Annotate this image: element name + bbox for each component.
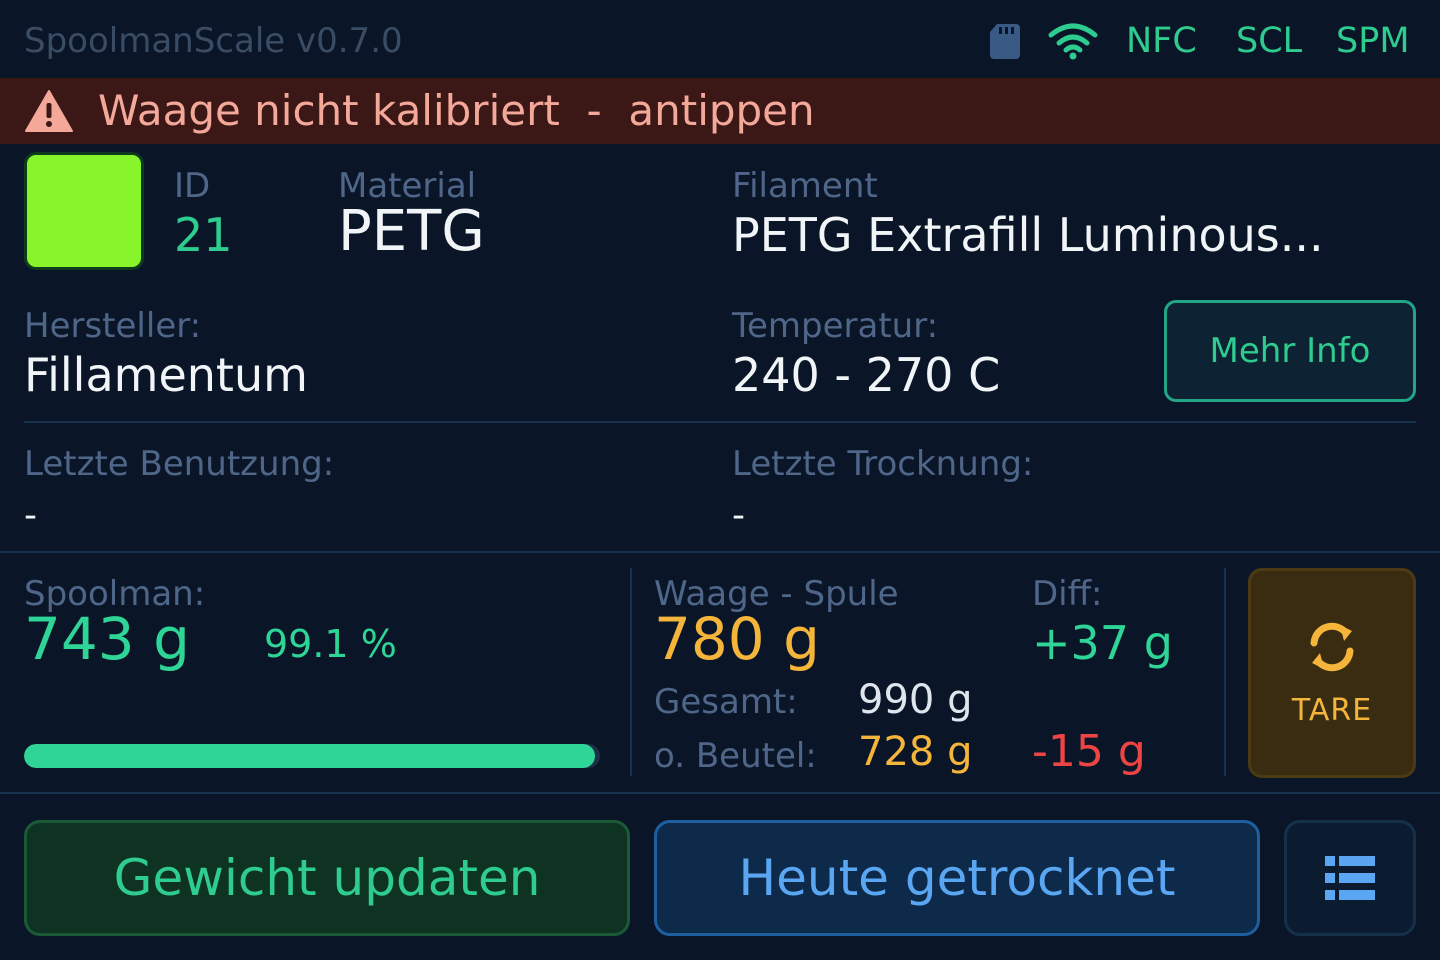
last-dried-label: Letzte Trocknung: [732,444,1034,484]
app-title: SpoolmanScale v0.7.0 [24,21,403,61]
divider [1224,568,1226,776]
divider [0,551,1440,553]
total-label: Gesamt: [654,682,798,722]
divider [0,792,1440,794]
tare-label: TARE [1291,692,1373,728]
spoolman-percent: 99.1 % [264,622,397,666]
progress-fill [24,744,595,768]
spoolman-weight: 743 g [24,605,190,673]
filament-value: PETG Extrafill Luminous... [732,208,1324,262]
without-bag-label: o. Beutel: [654,736,817,776]
spool-color-swatch [24,152,144,270]
list-icon [1325,856,1375,900]
screen: SpoolmanScale v0.7.0 NFC SCL SPM Waage n… [0,0,1440,960]
refresh-icon [1310,622,1354,671]
total-value: 990 g [858,677,973,723]
sd-card-icon [988,18,1022,64]
more-info-button[interactable]: Mehr Info [1164,300,1416,402]
warning-text: Waage nicht kalibriert - antippen [98,86,815,135]
calibration-warning-banner[interactable]: Waage nicht kalibriert - antippen [0,78,1440,144]
id-value: 21 [174,208,233,262]
scale-weight: 780 g [654,605,820,673]
material-value: PETG [338,199,485,264]
tare-button[interactable]: TARE [1248,568,1416,778]
status-scl: SCL [1236,21,1303,61]
manufacturer-label: Hersteller: [24,306,202,346]
without-bag-value: 728 g [858,729,973,775]
temperature-value: 240 - 270 C [732,348,1001,402]
dried-today-button[interactable]: Heute getrocknet [654,820,1260,936]
last-used-value: - [24,495,37,536]
diff-label: Diff: [1032,574,1103,614]
update-weight-button[interactable]: Gewicht updaten [24,820,630,936]
temperature-label: Temperatur: [732,306,939,346]
last-used-label: Letzte Benutzung: [24,444,335,484]
status-nfc: NFC [1126,21,1197,61]
without-bag-diff: -15 g [1032,726,1146,777]
filament-label: Filament [732,166,878,206]
divider [630,568,632,776]
list-button[interactable] [1284,820,1416,936]
status-spm: SPM [1336,21,1410,61]
wifi-icon [1048,18,1098,64]
last-dried-value: - [732,495,745,536]
id-label: ID [174,166,211,206]
remaining-progress-bar [24,744,600,768]
diff-value: +37 g [1032,616,1173,670]
manufacturer-value: Fillamentum [24,348,308,402]
divider [24,421,1416,423]
warning-triangle-icon [25,90,73,132]
